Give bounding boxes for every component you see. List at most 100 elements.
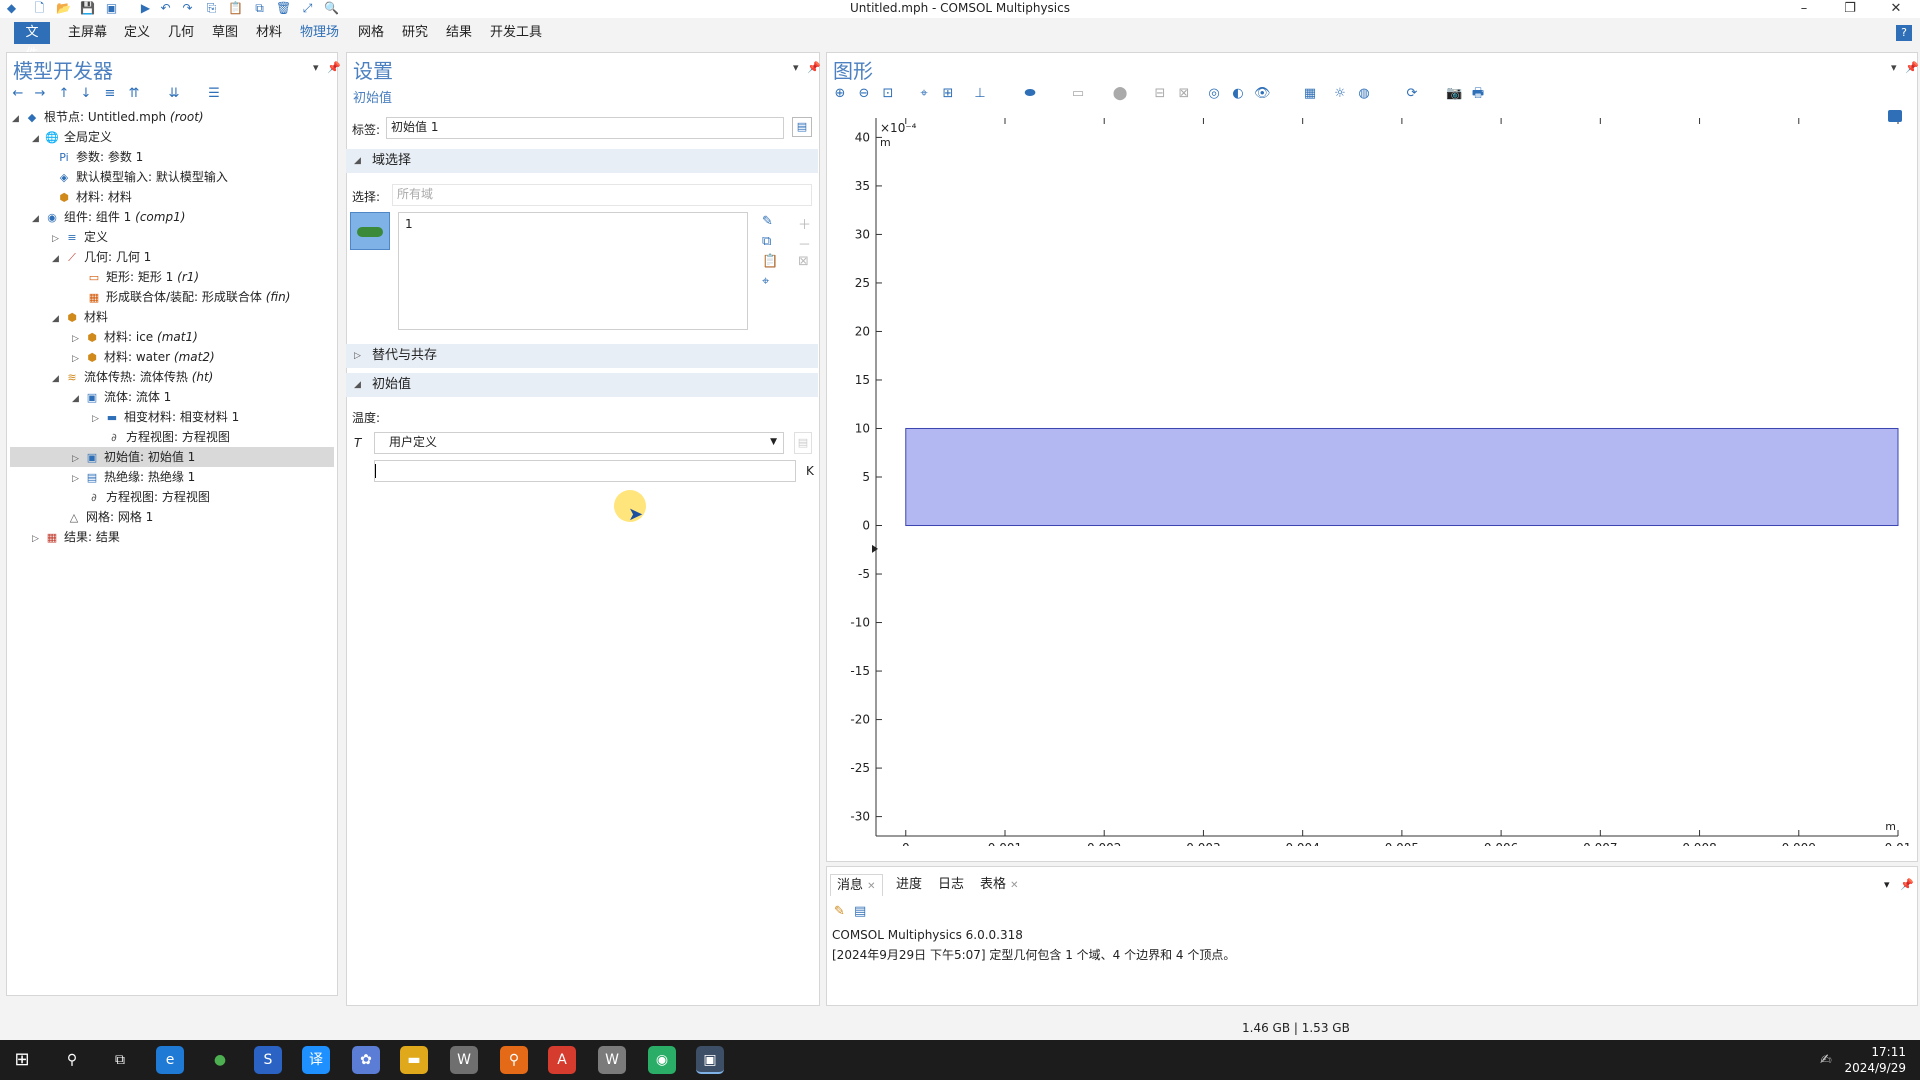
pin-icon[interactable]: 📌	[1900, 878, 1914, 891]
temperature-input[interactable]	[374, 460, 796, 482]
section-domain-selection[interactable]: ◢ 域选择	[346, 149, 818, 173]
zoom-in-icon[interactable]: ⊕	[832, 86, 848, 102]
menu-materials[interactable]: 材料	[248, 22, 290, 44]
forward-arrow-icon[interactable]: →	[32, 86, 48, 102]
down-arrow-icon[interactable]: ↓	[78, 86, 94, 102]
section-initial-values[interactable]: ◢ 初始值	[346, 373, 818, 397]
task-view-icon[interactable]: ⧉	[106, 1046, 134, 1074]
menu-home[interactable]: 主屏幕	[60, 22, 115, 44]
tree-node-initial-values[interactable]: ▷ ▣ 初始值: 初始值 1	[10, 447, 334, 467]
zoom-out-icon[interactable]: ⊖	[856, 86, 872, 102]
tree-node-global-materials[interactable]: ⬢ 材料: 材料	[56, 187, 132, 207]
expanded-arrow-icon[interactable]: ◢	[32, 209, 44, 229]
close-icon[interactable]: ✕	[867, 881, 875, 892]
expand-all-icon[interactable]: ⇊	[166, 86, 182, 102]
zoom-selected-icon[interactable]: ⌖	[916, 86, 932, 102]
selection-dropdown[interactable]: 所有域	[392, 184, 812, 206]
hide-icon[interactable]: ⊟	[1152, 86, 1168, 102]
tree-node-mesh[interactable]: △ 网格: 网格 1	[66, 507, 154, 527]
tree-node-thermal-insulation[interactable]: ▷ ▤ 热绝缘: 热绝缘 1	[72, 467, 195, 487]
menu-geometry[interactable]: 几何	[160, 22, 202, 44]
app-flower-icon[interactable]: ✿	[352, 1046, 380, 1074]
minimize-button[interactable]: –	[1784, 0, 1824, 18]
dropdown-icon[interactable]: ▾	[1891, 61, 1897, 74]
list-view-icon[interactable]: ☰	[206, 86, 222, 102]
pin-icon[interactable]: 📌	[327, 61, 341, 74]
copy-selection-icon[interactable]: ⧉	[762, 234, 771, 249]
menu-study[interactable]: 研究	[394, 22, 436, 44]
collapsed-arrow-icon[interactable]: ▷	[92, 409, 104, 429]
comment-icon[interactable]: ▤	[792, 117, 812, 137]
select-boundary-icon[interactable]: ▭	[1070, 86, 1086, 102]
collapsed-arrow-icon[interactable]: ▷	[72, 349, 84, 369]
menu-developer[interactable]: 开发工具	[482, 22, 550, 44]
close-button[interactable]: ✕	[1876, 0, 1916, 18]
word-app-icon-2[interactable]: W	[598, 1046, 626, 1074]
collapsed-arrow-icon[interactable]: ▷	[52, 229, 64, 249]
system-clock[interactable]: 17:11 2024/9/29	[1844, 1044, 1906, 1076]
comsol-taskbar-icon[interactable]: ▣	[696, 1046, 724, 1074]
search-app-icon[interactable]: ⚲	[500, 1046, 528, 1074]
graphics-canvas[interactable]: 40 35 30 25 20 15 10 5 0 -5 -10 -15 -20 -25 -30 0 0.001 0…	[828, 110, 1916, 855]
translator-icon[interactable]: 译	[302, 1046, 330, 1074]
file-explorer-icon[interactable]: ▬	[400, 1046, 428, 1074]
tree-node-default-model-inputs[interactable]: ◈ 默认模型输入: 默认模型输入	[56, 167, 228, 187]
tree-node-global-definitions[interactable]: ◢ 🌐 全局定义	[32, 127, 112, 147]
message-log-icon[interactable]: ▤	[854, 904, 866, 919]
dropdown-icon[interactable]: ▾	[1884, 878, 1890, 891]
search-icon[interactable]: ⚲	[58, 1046, 86, 1074]
zoom-box-icon[interactable]: ⊡	[880, 86, 896, 102]
menu-definitions[interactable]: 定义	[116, 22, 158, 44]
tree-node-definitions[interactable]: ▷ ≡ 定义	[52, 227, 108, 247]
tree-node-component[interactable]: ◢ ◉ 组件: 组件 1 (comp1)	[32, 207, 185, 227]
selection-list-item[interactable]: 1	[405, 217, 413, 231]
word-app-icon[interactable]: W	[450, 1046, 478, 1074]
pin-icon[interactable]: 📌	[1905, 61, 1919, 74]
select-domain-icon[interactable]: ⬬	[1022, 86, 1038, 102]
menu-sketch[interactable]: 草图	[204, 22, 246, 44]
pdf-app-icon[interactable]: A	[548, 1046, 576, 1074]
tree-node-geometry[interactable]: ◢ ⟋ 几何: 几何 1	[52, 247, 151, 267]
restore-button[interactable]: ❐	[1830, 0, 1870, 18]
menu-results[interactable]: 结果	[438, 22, 480, 44]
help-button[interactable]: ?	[1896, 25, 1912, 41]
tree-node-phase-change[interactable]: ▷ ▬ 相变材料: 相变材料 1	[92, 407, 239, 427]
menu-file[interactable]: 文件	[14, 22, 50, 62]
tab-messages[interactable]: 消息 ✕	[830, 874, 883, 896]
app-leaf-icon[interactable]: ●	[206, 1046, 234, 1074]
edit-icon[interactable]: ▤	[794, 432, 812, 454]
render-icon[interactable]: ◍	[1356, 86, 1372, 102]
collapse-icon[interactable]: ⇈	[126, 86, 142, 102]
view-icon[interactable]: 👁	[1254, 86, 1271, 102]
camera-icon[interactable]: 📷	[1446, 86, 1462, 102]
tree-node-material-water[interactable]: ▷ ⬢ 材料: water (mat2)	[72, 347, 215, 367]
clear-messages-icon[interactable]: ✎	[834, 904, 845, 919]
temperature-mode-select[interactable]: 用户定义 ▼	[374, 432, 784, 454]
close-icon[interactable]: ✕	[1010, 880, 1018, 891]
zoom-to-selection-icon[interactable]: ⌖	[762, 274, 769, 289]
tree-node-parameters[interactable]: Pi 参数: 参数 1	[56, 147, 143, 167]
tree-node-equation-view-2[interactable]: ∂ 方程视图: 方程视图	[86, 487, 210, 507]
dropdown-icon[interactable]: ▾	[793, 61, 799, 74]
tab-log[interactable]: 日志	[932, 874, 970, 896]
expanded-arrow-icon[interactable]: ◢	[52, 369, 64, 389]
collapsed-arrow-icon[interactable]: ▷	[32, 529, 44, 549]
paste-selection-icon[interactable]: 📋	[762, 254, 778, 269]
expanded-arrow-icon[interactable]: ◢	[52, 309, 64, 329]
menu-physics[interactable]: 物理场	[292, 22, 347, 44]
expanded-arrow-icon[interactable]: ◢	[12, 109, 24, 129]
label-input[interactable]: 初始值 1	[386, 117, 784, 139]
add-icon[interactable]: ＋	[798, 214, 811, 233]
expanded-arrow-icon[interactable]: ◢	[52, 249, 64, 269]
dropdown-icon[interactable]: ▾	[313, 61, 319, 74]
geometry-plot[interactable]: 40 35 30 25 20 15 10 5 0 -5 -10 -15 -20 -25 -30 0 0.001 0…	[828, 110, 1916, 855]
transparency-icon[interactable]: ◐	[1230, 86, 1246, 102]
tree-node-form-union[interactable]: ▦ 形成联合体/装配: 形成联合体 (fin)	[86, 287, 291, 307]
wireframe-icon[interactable]: ◎	[1206, 86, 1222, 102]
show-all-icon[interactable]: ⊠	[1176, 86, 1192, 102]
clear-selection-icon[interactable]: ⊠	[798, 254, 809, 269]
back-arrow-icon[interactable]: ←	[10, 86, 26, 102]
active-toggle-icon[interactable]	[350, 212, 390, 250]
windows-start-icon[interactable]: ⊞	[8, 1046, 36, 1074]
show-icon[interactable]: ≡	[102, 86, 118, 102]
